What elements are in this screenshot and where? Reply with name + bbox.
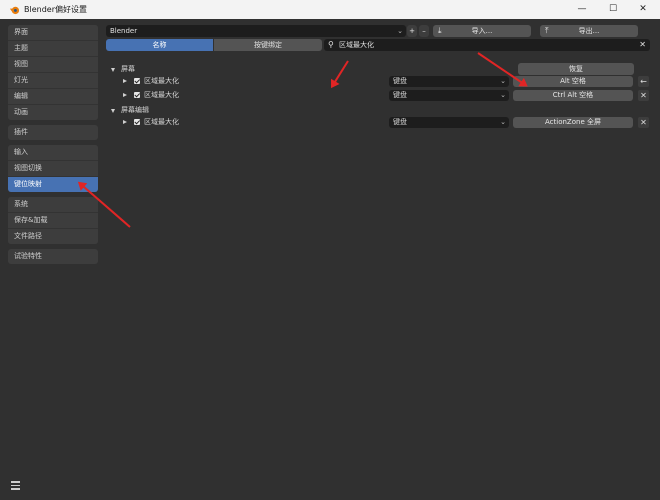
keymap-preset-value: Blender <box>110 27 138 35</box>
search-input[interactable]: ⚲ 区域最大化 ✕ <box>324 39 650 51</box>
sidebar-item-input[interactable]: 输入 <box>8 145 98 161</box>
keymap-item-checkbox[interactable] <box>134 92 140 98</box>
download-icon: ⤓ <box>438 26 442 35</box>
sidebar-item-editing[interactable]: 编辑 <box>8 89 98 105</box>
expand-screen-edit-icon[interactable] <box>111 109 115 113</box>
keymap-item-label: 区域最大化 <box>144 77 179 85</box>
input-device-value: 键盘 <box>393 118 407 126</box>
input-device-select[interactable]: 键盘 ⌄ <box>389 76 509 87</box>
sidebar: 界面 主题 视图 灯光 编辑 动画 插件 输入 视图切换 键位映射 系统 保存&… <box>8 25 98 269</box>
tab-search-by-key[interactable]: 按键绑定 <box>214 39 322 51</box>
hamburger-menu-icon[interactable] <box>11 481 20 490</box>
sidebar-item-addons[interactable]: 插件 <box>8 125 98 140</box>
add-preset-button[interactable]: + <box>407 25 417 37</box>
remove-item-icon[interactable]: ✕ <box>638 90 649 101</box>
sidebar-group-experimental: 试验特性 <box>8 249 98 264</box>
chevron-down-icon: ⌄ <box>500 91 506 99</box>
keymap-item-checkbox[interactable] <box>134 119 140 125</box>
upload-icon: ⤒ <box>545 26 549 35</box>
sidebar-group-ui: 界面 主题 视图 灯光 编辑 动画 <box>8 25 98 120</box>
sidebar-group-addons: 插件 <box>8 125 98 140</box>
window-title: Blender偏好设置 <box>24 5 87 14</box>
chevron-down-icon: ⌄ <box>397 27 403 35</box>
sidebar-item-file-paths[interactable]: 文件路径 <box>8 229 98 244</box>
input-device-select[interactable]: 键盘 ⌄ <box>389 117 509 128</box>
remove-preset-button[interactable]: – <box>419 25 429 37</box>
annotation-arrow-search <box>331 60 349 87</box>
expand-row-icon[interactable] <box>123 79 127 83</box>
expand-row-icon[interactable] <box>123 120 127 124</box>
search-value: 区域最大化 <box>339 41 374 49</box>
chevron-down-icon: ⌄ <box>500 77 506 85</box>
expand-screen-icon[interactable] <box>111 68 115 72</box>
keymap-item-label: 区域最大化 <box>144 118 179 126</box>
restore-button[interactable]: 恢复 <box>518 63 634 75</box>
input-device-value: 键盘 <box>393 91 407 99</box>
key-binding-button[interactable]: ActionZone 全屏 <box>513 117 633 128</box>
tab-search-by-name[interactable]: 名称 <box>106 39 213 51</box>
keymap-item-label: 区域最大化 <box>144 91 179 99</box>
close-icon[interactable]: ✕ <box>628 0 658 19</box>
restore-item-icon[interactable]: ← <box>638 76 649 87</box>
key-binding-button[interactable]: Ctrl Alt 空格 <box>513 90 633 101</box>
input-device-select[interactable]: 键盘 ⌄ <box>389 90 509 101</box>
minimize-icon[interactable]: — <box>567 0 597 19</box>
search-icon: ⚲ <box>328 40 334 49</box>
keymap-preset-select[interactable]: Blender ⌄ <box>106 25 406 37</box>
category-screen[interactable]: 屏幕 <box>121 64 135 74</box>
expand-row-icon[interactable] <box>123 93 127 97</box>
export-button[interactable]: ⤒ 导出... <box>540 25 638 37</box>
sidebar-item-interface[interactable]: 界面 <box>8 25 98 41</box>
sidebar-item-themes[interactable]: 主题 <box>8 41 98 57</box>
sidebar-item-lights[interactable]: 灯光 <box>8 73 98 89</box>
category-screen-editing[interactable]: 屏幕编辑 <box>121 105 149 115</box>
sidebar-item-system[interactable]: 系统 <box>8 197 98 213</box>
sidebar-group-system: 系统 保存&加载 文件路径 <box>8 197 98 244</box>
blender-logo-icon <box>9 6 20 15</box>
import-button[interactable]: ⤓ 导入... <box>433 25 531 37</box>
sidebar-item-navigation[interactable]: 视图切换 <box>8 161 98 177</box>
keymap-item-checkbox[interactable] <box>134 78 140 84</box>
export-label: 导出... <box>578 27 600 35</box>
maximize-icon[interactable]: ☐ <box>598 0 628 19</box>
sidebar-item-animation[interactable]: 动画 <box>8 105 98 120</box>
import-label: 导入... <box>471 27 493 35</box>
sidebar-item-experimental[interactable]: 试验特性 <box>8 249 98 264</box>
preferences-window: 界面 主题 视图 灯光 编辑 动画 插件 输入 视图切换 键位映射 系统 保存&… <box>0 19 660 500</box>
sidebar-item-save-load[interactable]: 保存&加载 <box>8 213 98 229</box>
key-binding-button[interactable]: Alt 空格 <box>513 76 633 87</box>
title-bar: Blender偏好设置 — ☐ ✕ <box>0 0 660 19</box>
clear-search-icon[interactable]: ✕ <box>639 39 646 51</box>
input-device-value: 键盘 <box>393 77 407 85</box>
chevron-down-icon: ⌄ <box>500 118 506 126</box>
remove-item-icon[interactable]: ✕ <box>638 117 649 128</box>
sidebar-item-viewport[interactable]: 视图 <box>8 57 98 73</box>
